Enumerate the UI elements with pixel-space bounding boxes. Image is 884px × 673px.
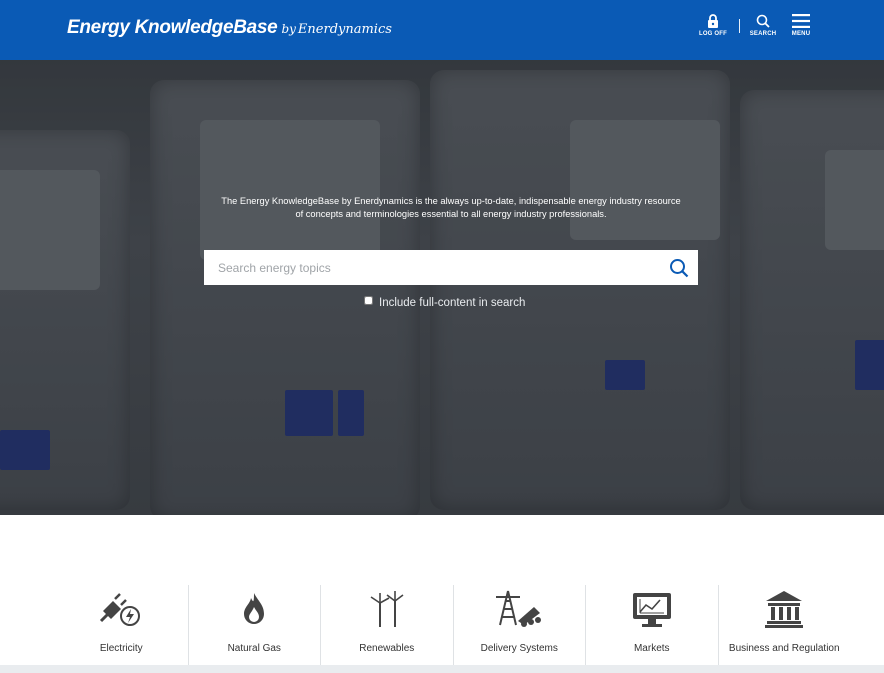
search-submit-button[interactable] [669,258,689,278]
top-header: Energy KnowledgeBase by Enerdynamics LOG O… [0,0,884,60]
wind-turbine-icon [370,591,404,627]
category-markets[interactable]: Markets [585,585,718,665]
include-full-content-option[interactable]: Include full-content in search [364,296,525,309]
government-building-icon [765,591,804,628]
category-label: Natural Gas [227,643,281,654]
site-logo[interactable]: Energy KnowledgeBase by Enerdynamics [67,17,392,39]
hero-tagline-line1: The Energy KnowledgeBase by Enerdynamics… [221,196,681,206]
category-natural-gas[interactable]: Natural Gas [187,585,321,665]
category-label: Renewables [359,643,415,654]
hero-banner: The Energy KnowledgeBase by Enerdynamics… [0,60,884,515]
search-toggle-button[interactable]: SEARCH [745,14,781,44]
hero-overlay [0,60,884,515]
search-input[interactable] [218,250,648,285]
logo-by: by [281,22,296,36]
lock-icon [708,14,718,28]
hamburger-icon [792,14,810,28]
category-label: Markets [633,643,670,654]
include-full-content-checkbox[interactable] [364,296,373,305]
search-toggle-label: SEARCH [749,31,777,37]
category-label: Business and Regulation [728,643,840,654]
category-electricity[interactable]: Electricity [55,585,188,665]
flame-icon [244,593,265,624]
search-box[interactable] [204,250,698,285]
category-business-regulation[interactable]: Business and Regulation [717,585,851,665]
transmission-tower-icon [496,590,542,627]
search-icon [670,259,689,278]
header-divider [739,19,740,33]
logoff-button[interactable]: LOG OFF [695,14,731,44]
category-renewables[interactable]: Renewables [320,585,453,665]
logo-title: Energy KnowledgeBase [67,17,278,38]
include-full-content-label: Include full-content in search [379,297,526,309]
logo-subtitle: Enerdynamics [297,22,392,37]
taskbar-strip [0,665,884,673]
search-icon [756,14,770,28]
category-label: Delivery Systems [480,643,558,654]
monitor-chart-icon [632,593,671,627]
menu-label: MENU [791,31,811,37]
menu-button[interactable]: MENU [783,14,819,44]
category-list: Electricity Natural Gas Renewables Deliv… [55,585,850,665]
category-delivery-systems[interactable]: Delivery Systems [452,585,586,665]
category-label: Electricity [99,643,143,654]
logoff-label: LOG OFF [698,31,728,37]
electric-plug-icon [100,593,141,626]
hero-tagline: The Energy KnowledgeBase by Enerdynamics… [200,195,702,221]
hero-tagline-line2: of concepts and terminologies essential … [295,209,607,219]
